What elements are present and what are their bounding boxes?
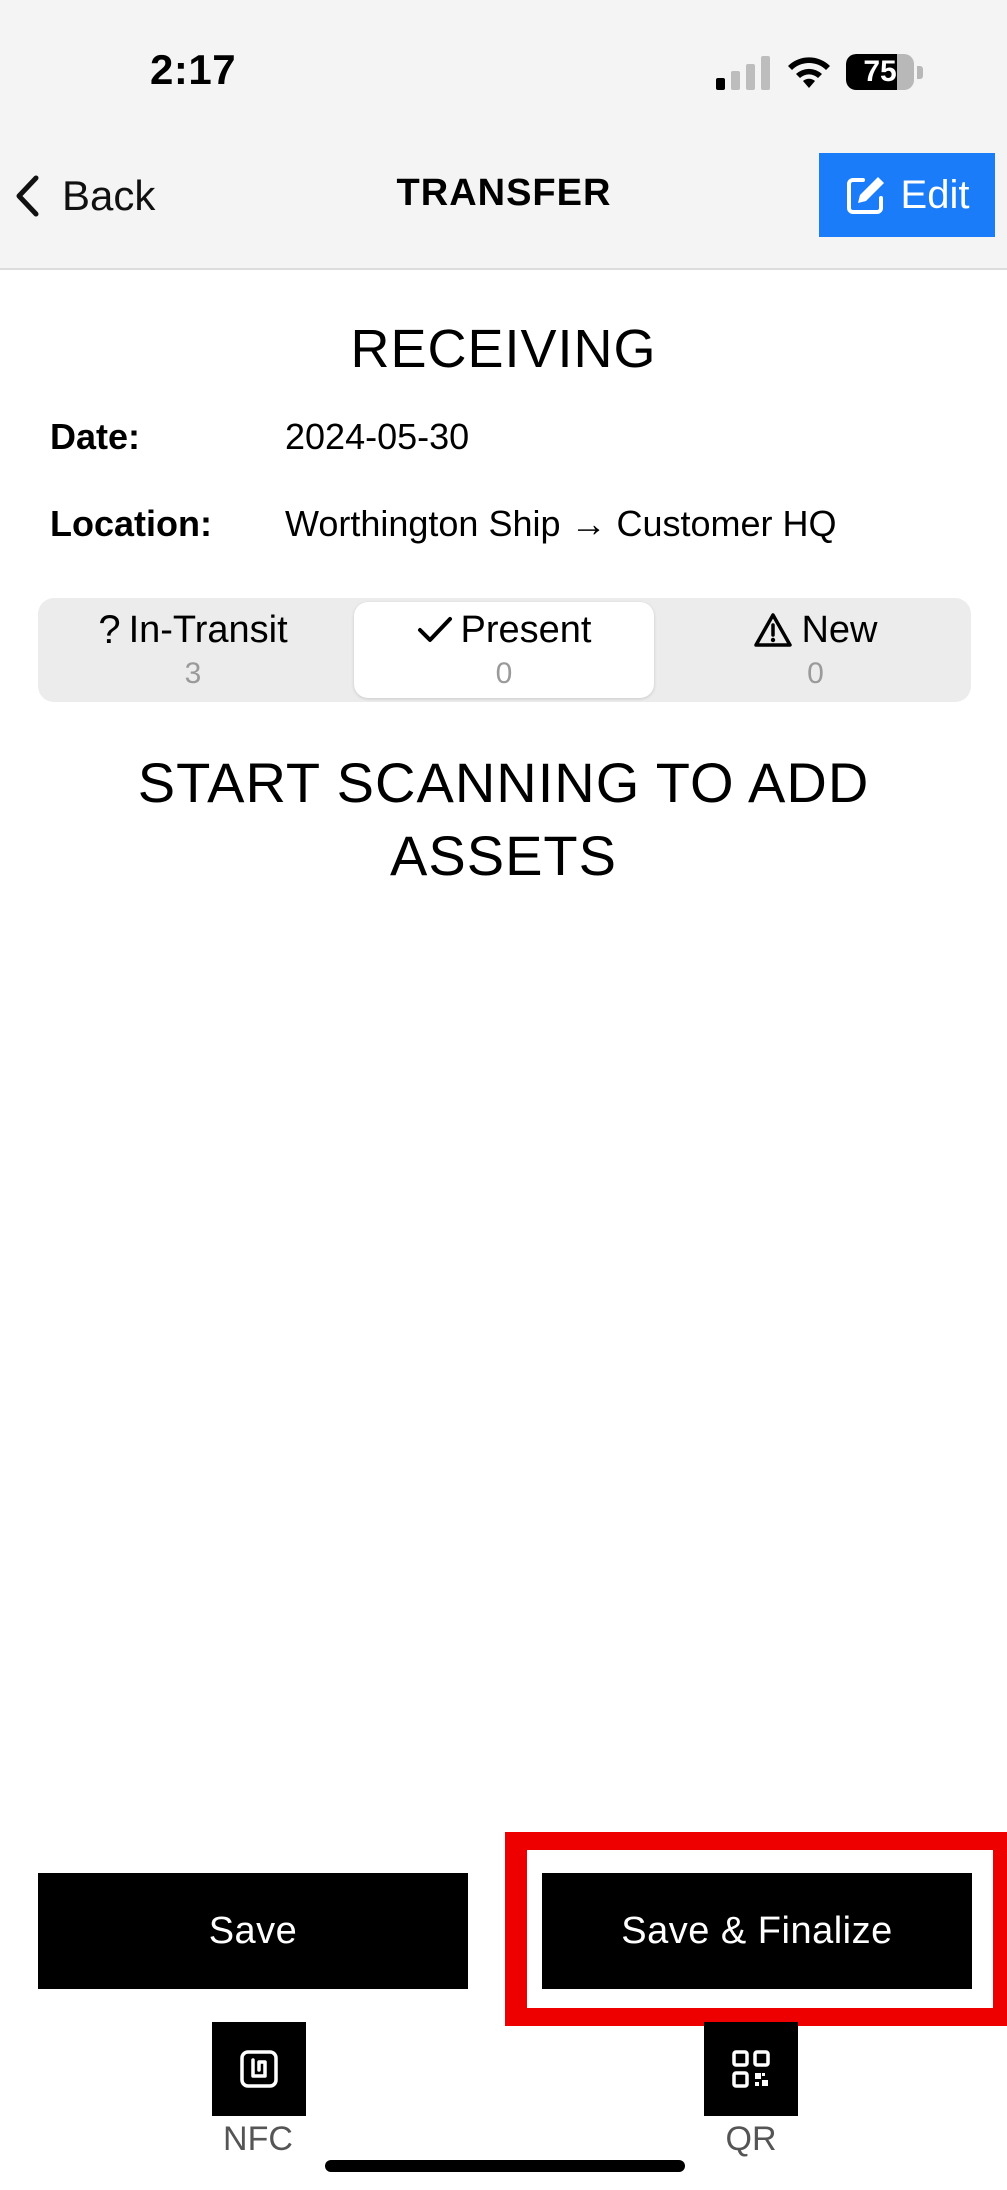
location-value: Worthington Ship → Customer HQ bbox=[285, 503, 837, 544]
back-label: Back bbox=[62, 172, 156, 219]
tab-label: In-Transit bbox=[128, 609, 288, 651]
location-label: Location: bbox=[50, 503, 212, 544]
chevron-left-icon bbox=[16, 175, 39, 217]
tab-in-transit[interactable]: ? In-Transit 3 bbox=[42, 602, 344, 698]
nfc-icon bbox=[240, 2050, 278, 2088]
status-time: 2:17 bbox=[150, 46, 237, 93]
back-button[interactable]: Back bbox=[14, 166, 155, 226]
edit-button[interactable]: Edit bbox=[819, 153, 995, 237]
nfc-scan-button[interactable] bbox=[212, 2022, 306, 2116]
tab-new[interactable]: New 0 bbox=[664, 602, 967, 698]
save-button[interactable]: Save bbox=[38, 1873, 468, 1989]
date-label: Date: bbox=[50, 416, 141, 457]
status-filter-tabs: ? In-Transit 3 Present 0 New 0 bbox=[38, 598, 971, 702]
home-indicator bbox=[325, 2160, 685, 2172]
edit-label: Edit bbox=[900, 172, 970, 217]
date-value: 2024-05-30 bbox=[285, 416, 470, 457]
tab-count: 0 bbox=[495, 657, 513, 690]
check-icon bbox=[417, 617, 452, 642]
tab-count: 3 bbox=[184, 657, 202, 690]
qr-label[interactable]: QR bbox=[681, 2120, 821, 2159]
page-title: TRANSFER bbox=[396, 172, 612, 214]
qr-code-icon bbox=[732, 2050, 770, 2088]
battery-icon: 75 bbox=[846, 54, 924, 92]
tab-count: 0 bbox=[807, 657, 824, 690]
tab-label: Present bbox=[460, 609, 592, 651]
save-finalize-button[interactable]: Save & Finalize bbox=[542, 1873, 972, 1989]
tab-label: New bbox=[801, 609, 878, 651]
empty-state-message: START SCANNING TO ADD ASSETS bbox=[137, 751, 870, 887]
section-heading: RECEIVING bbox=[350, 319, 657, 379]
edit-icon bbox=[846, 177, 884, 214]
battery-level: 75 bbox=[863, 55, 897, 88]
nfc-label[interactable]: NFC bbox=[188, 2120, 328, 2159]
qr-scan-button[interactable] bbox=[704, 2022, 798, 2116]
warning-icon bbox=[754, 613, 793, 647]
tab-present[interactable]: Present 0 bbox=[354, 602, 654, 698]
cellular-signal-icon bbox=[716, 56, 770, 90]
wifi-icon bbox=[788, 57, 830, 88]
question-icon: ? bbox=[98, 608, 121, 652]
